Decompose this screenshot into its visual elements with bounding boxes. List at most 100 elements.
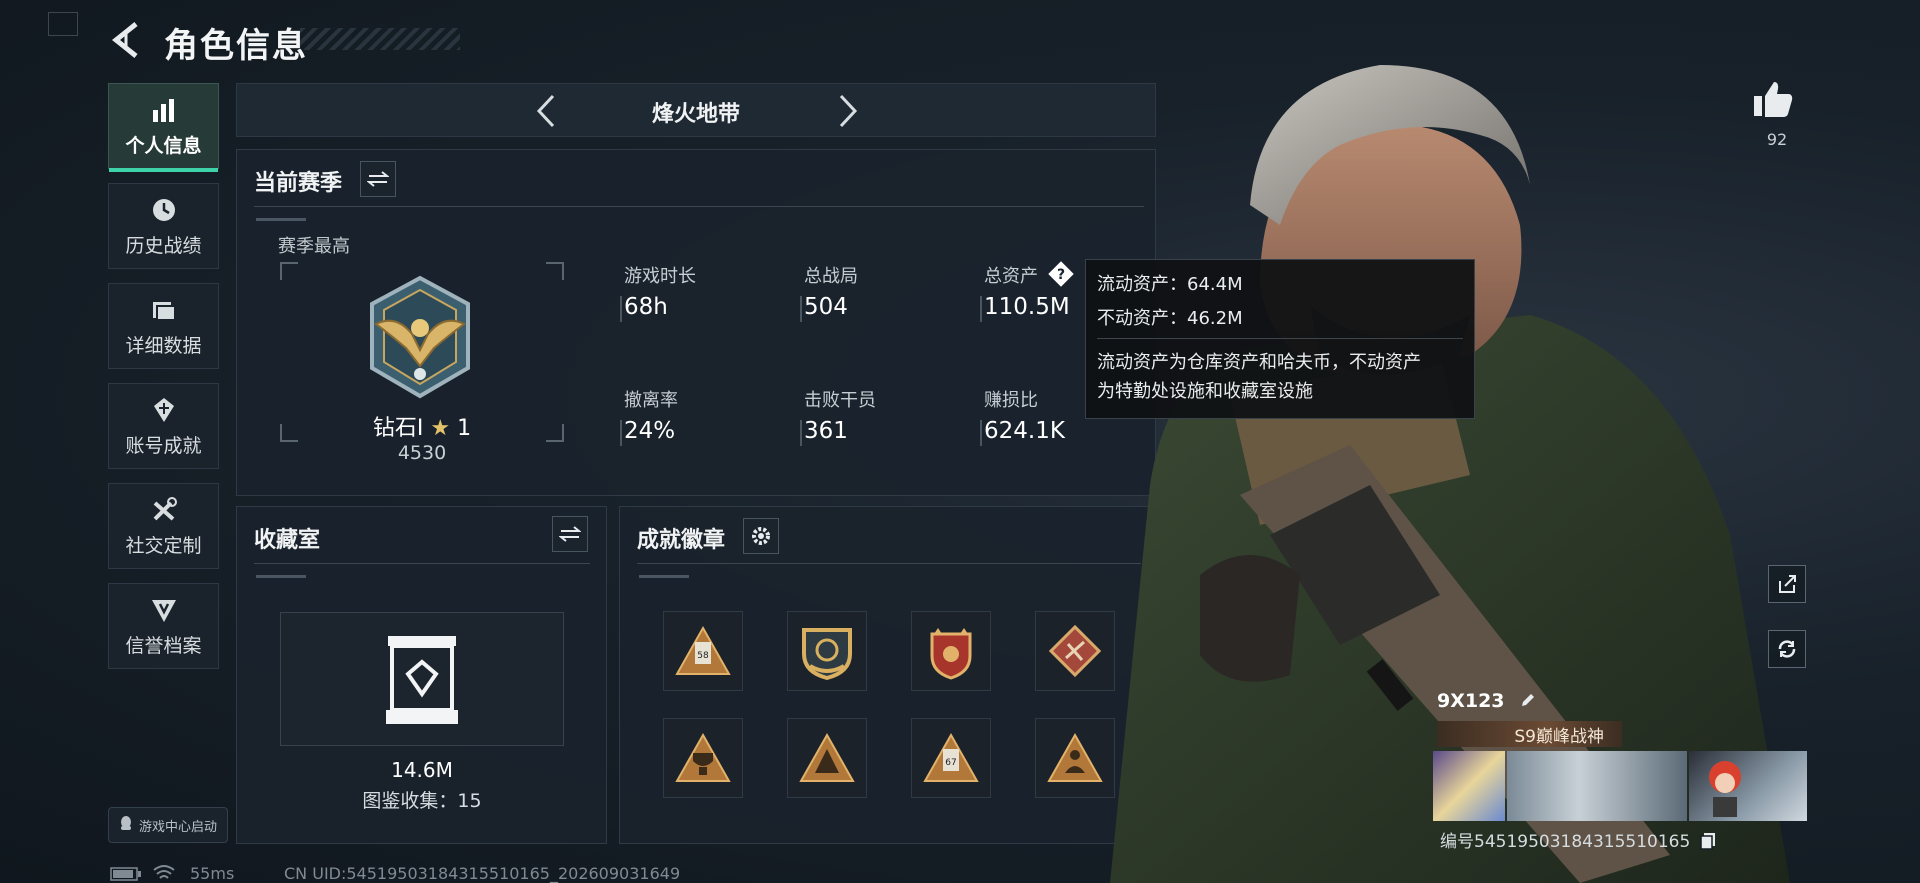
card-image-1 [1433,751,1505,821]
stat-label-profit-ratio: 赚损比 [984,390,1038,411]
stat-value-profit-ratio: 624.1K [984,418,1065,444]
swap-icon [367,171,389,187]
red-diamond-badge-icon [1048,624,1102,678]
tooltip-description-line1: 流动资产为仓库资产和哈夫币，不动资产 [1097,352,1421,373]
nav-item-credit[interactable]: 信誉档案 [108,583,219,669]
profile-card-strip[interactable] [1433,751,1807,821]
stat-separator [620,296,622,322]
collection-divider [254,563,590,564]
divider-decoration [256,218,306,221]
display-case-icon [386,636,458,724]
stat-value-extract-rate: 24% [624,418,676,444]
game-center-button[interactable]: 游戏中心启动 [108,807,228,843]
badges-title: 成就徽章 [637,528,726,553]
season-title: 当前赛季 [254,171,343,196]
red-crest-badge-icon [930,628,972,680]
stat-label-matches: 总战局 [804,266,858,287]
stat-separator [980,420,982,446]
nav-item-detail-data[interactable]: 详细数据 [108,283,219,369]
edit-pencil-icon[interactable] [1519,691,1537,709]
player-name-text: 9X123 [1437,690,1505,712]
nav-item-personal-info[interactable]: 个人信息 [108,83,219,172]
share-icon [1779,575,1796,593]
nav-item-history[interactable]: 历史战绩 [108,183,219,269]
diamond-rank-emblem-icon [370,275,470,399]
divider-decoration [639,575,689,578]
help-icon[interactable]: ? [1047,260,1075,288]
badge-slot[interactable] [911,611,991,691]
badge-slot[interactable] [787,611,867,691]
badges-settings-button[interactable] [743,518,779,554]
refresh-icon [1778,640,1796,658]
back-arrow-icon[interactable] [108,18,142,62]
badge-slot[interactable] [1035,718,1115,798]
collection-switch-button[interactable] [552,516,588,552]
copy-icon[interactable] [1699,832,1716,850]
rank-points: 4530 [397,442,447,464]
card-image-2 [1507,751,1687,821]
collection-catalog-count: 图鉴收集：15 [362,790,482,812]
stat-value-matches: 504 [804,294,848,320]
chevron-right-icon[interactable] [829,92,865,130]
wifi-icon [153,865,175,879]
page-title: 角色信息 [164,26,308,66]
tools-icon [149,495,179,525]
medal-icon [149,395,179,425]
player-title: S9巅峰战神 [1514,726,1604,747]
badge-slot[interactable] [663,718,743,798]
nav-label: 详细数据 [125,334,202,357]
svg-text:58: 58 [697,651,709,661]
tooltip-fixed-assets: 不动资产：46.2M [1097,308,1243,329]
player-title-badge: S9巅峰战神 [1437,721,1622,747]
corner-decoration [48,12,78,36]
refresh-button[interactable] [1768,630,1806,668]
thumbs-up-icon[interactable] [1752,78,1794,120]
badge-slot[interactable] [1035,611,1115,691]
triangle-trophy-badge-icon [675,732,731,782]
triangle-mountain-badge-icon [799,732,855,782]
stat-label-playtime: 游戏时长 [624,266,696,287]
gear-icon [752,527,770,545]
tooltip-description-line2: 为特勤处设施和收藏室设施 [1097,381,1313,402]
title-stripe-decoration [300,28,460,50]
tooltip-divider [1097,338,1463,339]
red-hair-avatar-icon [1709,761,1741,817]
nav-label: 个人信息 [125,134,202,157]
share-button[interactable] [1768,565,1806,603]
ping-text: 55ms [190,864,235,883]
stat-value-assets: 110.5M [984,294,1070,320]
stat-separator [620,420,622,446]
stat-separator [800,296,802,322]
divider-decoration [256,575,306,578]
nav-item-social[interactable]: 社交定制 [108,483,219,569]
stat-separator [800,420,802,446]
rank-stars: 1 [457,416,472,441]
season-peak-label: 赛季最高 [278,236,350,257]
badge-slot[interactable] [787,718,867,798]
gold-shield-badge-icon [802,628,852,681]
rank-display: 钻石I ★ 1 [370,410,474,442]
stat-value-kills: 361 [804,418,848,444]
badges-divider [637,563,1141,564]
battery-icon [110,867,141,881]
clock-icon [149,195,179,225]
nav-item-achievements[interactable]: 账号成就 [108,383,219,469]
uid-text: CN UID:5451950318431551016​5_20260903164… [284,864,681,883]
stat-label-assets: 总资产 [984,266,1038,287]
collection-title: 收藏室 [254,528,321,553]
triangle-67-badge-icon: 67 [923,732,979,782]
tooltip-liquid-assets: 流动资产：64.4M [1097,274,1243,295]
stat-value-playtime: 68h [624,294,668,320]
rank-name: 钻石I [372,416,424,441]
shield-icon [149,595,179,625]
game-center-label: 游戏中心启动 [138,819,217,835]
mode-title: 烽火地带 [651,102,740,127]
svg-text:67: 67 [945,758,956,768]
player-id: 编号545195031843155101​65 [1440,827,1716,852]
badge-slot[interactable]: 58 [663,611,743,691]
collection-value: 14.6M [391,758,453,782]
qq-icon [119,815,133,835]
season-switch-button[interactable] [360,161,396,197]
stat-label-extract-rate: 撤离率 [624,390,678,411]
badge-slot[interactable]: 67 [911,718,991,798]
